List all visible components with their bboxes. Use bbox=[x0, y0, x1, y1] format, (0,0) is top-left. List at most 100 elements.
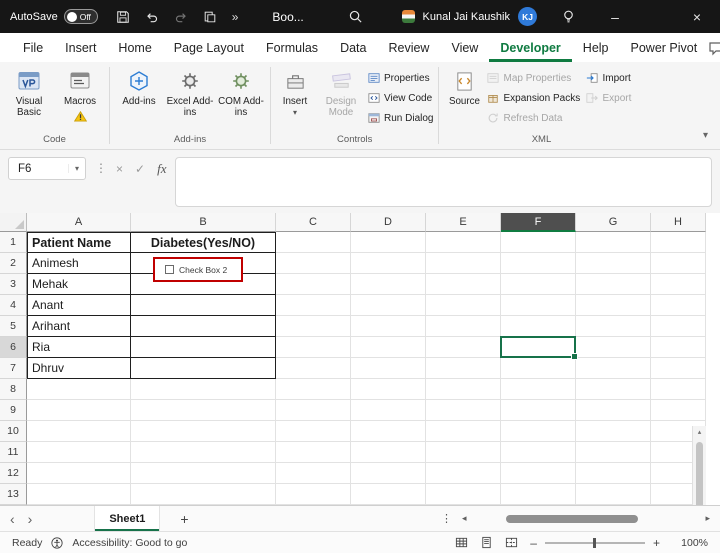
new-sheet-button[interactable]: + bbox=[180, 511, 188, 527]
horizontal-scrollbar[interactable]: ◂ ▸ bbox=[458, 513, 720, 524]
menu-tab-developer[interactable]: Developer bbox=[489, 33, 571, 62]
cell-H3[interactable] bbox=[651, 274, 706, 295]
cell-E8[interactable] bbox=[426, 379, 501, 400]
cell-E3[interactable] bbox=[426, 274, 501, 295]
zoom-level[interactable]: 100% bbox=[672, 537, 708, 549]
cell-G7[interactable] bbox=[576, 358, 651, 379]
row-header-1[interactable]: 1 bbox=[0, 232, 27, 253]
menu-tab-page-layout[interactable]: Page Layout bbox=[163, 33, 255, 62]
export-button[interactable]: Export bbox=[586, 90, 638, 106]
cell-F9[interactable] bbox=[501, 400, 576, 421]
cell-D5[interactable] bbox=[351, 316, 426, 337]
cell-A5[interactable]: Arihant bbox=[27, 316, 131, 337]
cell-G4[interactable] bbox=[576, 295, 651, 316]
cell-A9[interactable] bbox=[27, 400, 131, 421]
cell-E6[interactable] bbox=[426, 337, 501, 358]
cell-H5[interactable] bbox=[651, 316, 706, 337]
column-header-B[interactable]: B bbox=[131, 213, 276, 232]
macros-button[interactable]: Macros bbox=[56, 67, 104, 122]
zoom-slider-knob[interactable] bbox=[593, 538, 596, 548]
macro-security-warning-icon[interactable] bbox=[74, 111, 87, 122]
cell-G11[interactable] bbox=[576, 442, 651, 463]
vertical-scrollbar[interactable]: ▴ ▾ bbox=[692, 426, 706, 505]
cell-A10[interactable] bbox=[27, 421, 131, 442]
cell-F4[interactable] bbox=[501, 295, 576, 316]
vertical-scroll-thumb[interactable] bbox=[696, 442, 703, 505]
formula-input[interactable] bbox=[175, 157, 712, 207]
properties-button[interactable]: Properties bbox=[368, 70, 433, 86]
save-button[interactable] bbox=[116, 10, 130, 24]
cell-C9[interactable] bbox=[276, 400, 351, 421]
cell-A2[interactable]: Animesh bbox=[27, 253, 131, 274]
cell-A12[interactable] bbox=[27, 463, 131, 484]
cell-D9[interactable] bbox=[351, 400, 426, 421]
collapse-ribbon-button[interactable]: ▾ bbox=[703, 130, 708, 141]
column-header-A[interactable]: A bbox=[27, 213, 131, 232]
cell-F13[interactable] bbox=[501, 484, 576, 505]
customize-toolbar-button[interactable]: » bbox=[232, 10, 239, 24]
cell-B4[interactable] bbox=[131, 295, 276, 316]
cell-H6[interactable] bbox=[651, 337, 706, 358]
cell-G5[interactable] bbox=[576, 316, 651, 337]
tab-scrollbar-divider-icon[interactable]: ⋮ bbox=[435, 512, 458, 525]
row-header-11[interactable]: 11 bbox=[0, 442, 27, 463]
cell-G8[interactable] bbox=[576, 379, 651, 400]
excel-add-ins-button[interactable]: Excel Add-ins bbox=[166, 67, 214, 119]
autosave-toggle[interactable]: Off bbox=[64, 9, 98, 24]
cell-E9[interactable] bbox=[426, 400, 501, 421]
normal-view-button[interactable] bbox=[455, 536, 468, 549]
row-header-2[interactable]: 2 bbox=[0, 253, 27, 274]
row-header-4[interactable]: 4 bbox=[0, 295, 27, 316]
cell-F6[interactable] bbox=[501, 337, 576, 358]
refresh-data-button[interactable]: Refresh Data bbox=[487, 110, 583, 126]
lightbulb-icon[interactable] bbox=[561, 9, 576, 24]
menu-tab-data[interactable]: Data bbox=[329, 33, 377, 62]
menu-tab-review[interactable]: Review bbox=[377, 33, 440, 62]
checkbox-label[interactable]: Check Box 2 bbox=[179, 265, 227, 275]
avatar[interactable]: KJ bbox=[518, 7, 537, 26]
cell-D8[interactable] bbox=[351, 379, 426, 400]
horizontal-scroll-track[interactable] bbox=[474, 514, 699, 524]
cell-H8[interactable] bbox=[651, 379, 706, 400]
cell-A1[interactable]: Patient Name bbox=[27, 232, 131, 253]
cell-C4[interactable] bbox=[276, 295, 351, 316]
cell-E10[interactable] bbox=[426, 421, 501, 442]
menu-tab-insert[interactable]: Insert bbox=[54, 33, 107, 62]
map-properties-button[interactable]: Map Properties bbox=[487, 70, 583, 86]
cell-G9[interactable] bbox=[576, 400, 651, 421]
cell-G3[interactable] bbox=[576, 274, 651, 295]
cell-H9[interactable] bbox=[651, 400, 706, 421]
column-header-H[interactable]: H bbox=[651, 213, 706, 232]
row-header-6[interactable]: 6 bbox=[0, 337, 27, 358]
fill-handle[interactable] bbox=[571, 353, 578, 360]
checkbox-icon[interactable] bbox=[165, 265, 174, 274]
column-header-C[interactable]: C bbox=[276, 213, 351, 232]
page-layout-view-button[interactable] bbox=[480, 536, 493, 549]
column-header-D[interactable]: D bbox=[351, 213, 426, 232]
insert-control-button[interactable]: Insert ▾ bbox=[276, 67, 314, 116]
run-dialog-button[interactable]: Run Dialog bbox=[368, 110, 433, 126]
zoom-in-button[interactable]: + bbox=[653, 536, 660, 550]
next-sheet-icon[interactable]: › bbox=[28, 511, 33, 527]
select-all-corner[interactable] bbox=[0, 213, 27, 232]
cell-C10[interactable] bbox=[276, 421, 351, 442]
cell-G10[interactable] bbox=[576, 421, 651, 442]
cell-A6[interactable]: Ria bbox=[27, 337, 131, 358]
prev-sheet-icon[interactable]: ‹ bbox=[10, 511, 15, 527]
com-add-ins-button[interactable]: COM Add-ins bbox=[217, 67, 265, 119]
cell-B9[interactable] bbox=[131, 400, 276, 421]
cell-C2[interactable] bbox=[276, 253, 351, 274]
cell-C11[interactable] bbox=[276, 442, 351, 463]
row-header-12[interactable]: 12 bbox=[0, 463, 27, 484]
cell-B8[interactable] bbox=[131, 379, 276, 400]
cell-D1[interactable] bbox=[351, 232, 426, 253]
name-box-dropdown-icon[interactable]: ▾ bbox=[68, 164, 85, 173]
cell-A7[interactable]: Dhruv bbox=[27, 358, 131, 379]
cell-H2[interactable] bbox=[651, 253, 706, 274]
cell-F10[interactable] bbox=[501, 421, 576, 442]
cell-F8[interactable] bbox=[501, 379, 576, 400]
cell-F7[interactable] bbox=[501, 358, 576, 379]
cell-C3[interactable] bbox=[276, 274, 351, 295]
menu-tab-formulas[interactable]: Formulas bbox=[255, 33, 329, 62]
cell-E13[interactable] bbox=[426, 484, 501, 505]
